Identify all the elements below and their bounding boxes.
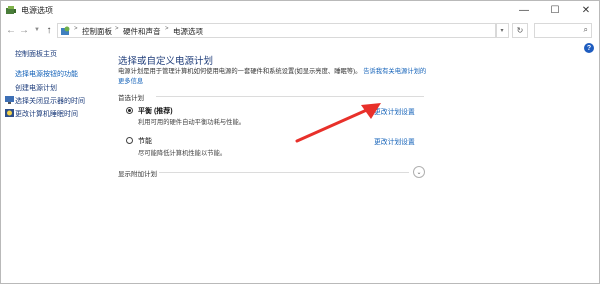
sidebar: 控制面板主页 选择电源按钮的功能 创建电源计划 选择关闭显示器的时间 更改计算机… (1, 43, 111, 283)
address-bar[interactable]: > 控制面板 > 硬件和声音 > 电源选项 (57, 23, 497, 38)
refresh-icon[interactable]: ↻ (512, 23, 528, 38)
help-icon[interactable]: ? (584, 43, 594, 53)
breadcrumb-hardware-sound[interactable]: 硬件和声音 (123, 26, 161, 37)
forward-arrow-icon[interactable]: → (18, 23, 30, 37)
search-icon: ⌕ (583, 25, 588, 34)
up-arrow-icon[interactable]: ↑ (43, 23, 55, 37)
moon-icon (5, 109, 14, 117)
plan-balanced-desc: 利用可用的硬件自动平衡功耗与性能。 (138, 119, 246, 126)
chevron-down-icon[interactable]: ⌄ (413, 166, 425, 178)
breadcrumb-separator: > (115, 26, 119, 32)
chevron-down-icon[interactable]: ▼ (31, 23, 43, 37)
back-arrow-icon[interactable]: ← (5, 23, 17, 37)
plan-balanced-radio[interactable] (126, 107, 133, 114)
show-additional-plans[interactable]: 显示附加计划 (118, 168, 157, 178)
power-options-window: 电源选项 — ☐ ✕ ← → ▼ ↑ > 控制面板 > 硬件和声音 > 电源选项… (0, 0, 600, 284)
page-title: 选择或自定义电源计划 (118, 56, 214, 67)
breadcrumb-power-options[interactable]: 电源选项 (173, 26, 203, 37)
close-button[interactable]: ✕ (571, 1, 600, 19)
page-description: 电源计划是用于管理计算机如何使用电源的一套硬件和系统设置(如显示亮度、睡眠等)。… (118, 67, 428, 87)
minimize-button[interactable]: — (509, 1, 539, 19)
display-icon (5, 96, 14, 104)
section-label-preferred: 首选计划 (118, 95, 144, 102)
sidebar-item-sleep-time[interactable]: 更改计算机睡眠时间 (15, 109, 78, 119)
plan-power-saver-radio[interactable] (126, 137, 133, 144)
title-bar: 电源选项 — ☐ ✕ (1, 1, 599, 19)
arrow-shaft (295, 107, 371, 143)
annotation-arrow-icon (295, 103, 381, 143)
description-text: 电源计划是用于管理计算机如何使用电源的一套硬件和系统设置(如显示亮度、睡眠等)。 (118, 68, 362, 75)
plan-power-saver-name[interactable]: 节能 (138, 136, 152, 146)
maximize-button[interactable]: ☐ (540, 1, 570, 19)
breadcrumb-control-panel[interactable]: 控制面板 (82, 26, 112, 37)
window-title: 电源选项 (21, 6, 53, 15)
sidebar-item-display-off[interactable]: 选择关闭显示器的时间 (15, 96, 85, 106)
sidebar-item-power-button[interactable]: 选择电源按钮的功能 (15, 69, 78, 79)
sidebar-item-create-plan[interactable]: 创建电源计划 (15, 83, 57, 93)
control-panel-icon (61, 26, 70, 35)
divider (156, 96, 424, 97)
sidebar-item-control-panel-home[interactable]: 控制面板主页 (15, 49, 57, 59)
divider (159, 172, 409, 173)
plan-power-saver-desc: 尽可能降低计算机性能以节能。 (138, 150, 227, 157)
breadcrumb-separator: > (74, 26, 78, 32)
breadcrumb-separator: > (165, 26, 169, 32)
navigation-bar: ← → ▼ ↑ > 控制面板 > 硬件和声音 > 电源选项 ▾ ↻ ⌕ (1, 21, 599, 41)
address-dropdown-icon[interactable]: ▾ (495, 23, 509, 38)
plan-balanced-name[interactable]: 平衡 (推荐) (138, 106, 173, 116)
power-options-icon (6, 6, 16, 14)
search-input[interactable]: ⌕ (534, 23, 592, 38)
